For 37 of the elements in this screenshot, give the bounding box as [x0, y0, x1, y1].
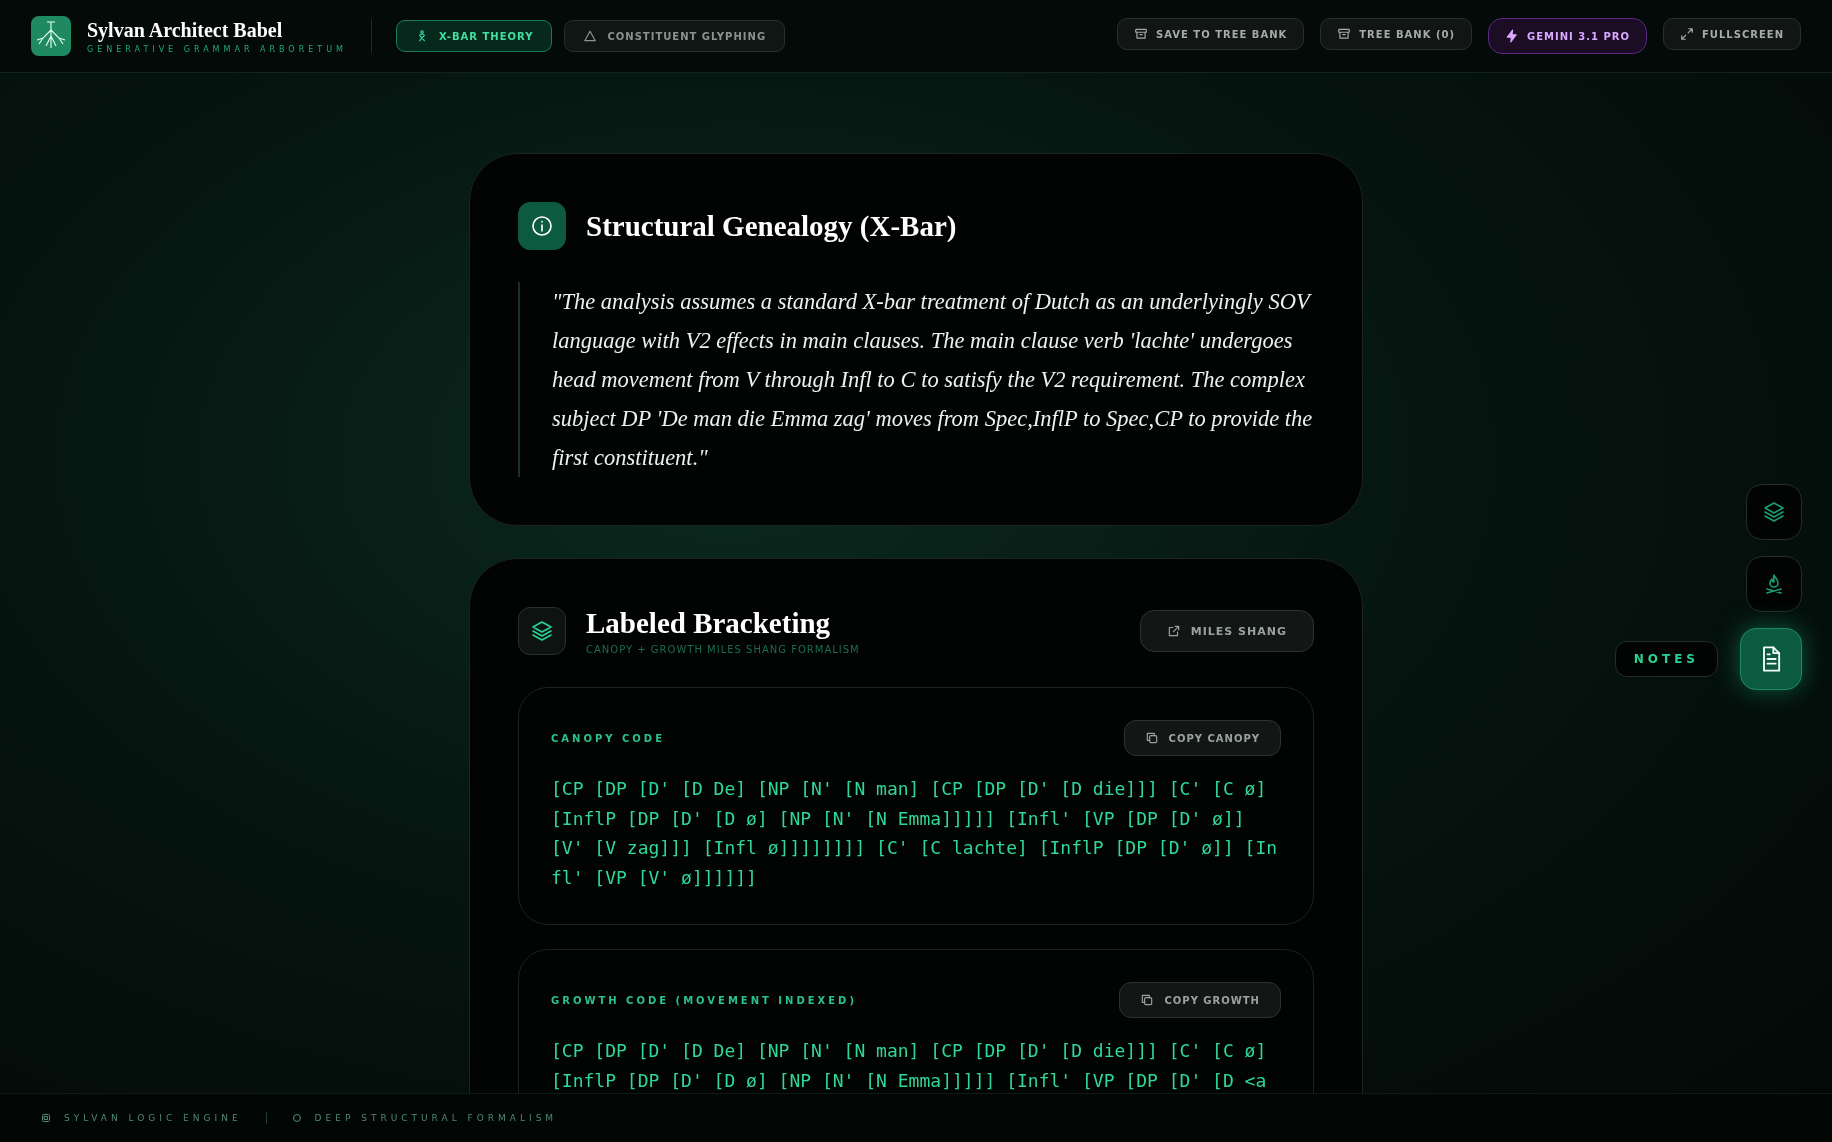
copy-button[interactable]: COPY CANOPY — [1123, 720, 1281, 756]
info-icon — [530, 214, 554, 238]
side-panel-button[interactable] — [1740, 628, 1802, 690]
app-title: Sylvan Architect Babel — [87, 18, 284, 42]
mode-tab[interactable]: CONSTITUENT GLYPHING — [564, 20, 786, 52]
mode-tab[interactable]: X-BAR THEORY — [395, 20, 553, 52]
toolbar-button[interactable]: FULLSCREEN — [1663, 18, 1801, 50]
triangle-icon — [583, 29, 598, 43]
section-title: Labeled Bracketing — [586, 607, 832, 640]
copy-icon — [1144, 731, 1159, 745]
footer-label: DEEP STRUCTURAL FORMALISM — [314, 1113, 558, 1123]
code-label: GROWTH CODE (MOVEMENT INDEXED) — [551, 994, 857, 1006]
tooltip: NOTES — [1614, 641, 1718, 677]
circle-icon — [290, 1112, 303, 1124]
app-subtitle: GENERATIVE GRAMMAR ARBORETUM — [87, 44, 347, 54]
layers-icon — [1762, 500, 1786, 524]
analysis-quote: "The analysis assumes a standard X-bar treatment of Dutch as an underlyingly SOV language with V2 effects in main clauses. The main clause verb 'lachte' undergoes head movement from V through Infl to C to satisfy the V2 requirement. The complex subject DP 'De man die Emma zag' moves from Spec,InflP to Spec,CP to provide the first constituent." — [518, 282, 1314, 477]
footer-label: SYLVAN LOGIC ENGINE — [64, 1113, 242, 1123]
copy-icon — [1140, 993, 1155, 1007]
toolbar-button[interactable]: GEMINI 3.1 PRO — [1488, 18, 1648, 54]
toolbar-button[interactable]: TREE BANK (0) — [1320, 18, 1472, 50]
bracket-code: [CP [DP [D' [D De] [NP [N' [N man] [CP [DP [D' [D die]]] [C' [C ø] [InflP [DP [D' [D ø] [NP [N' [N Emma]]]]] [Infl' [VP [DP [D' [D <a — [551, 1039, 1268, 1093]
reference-link-button[interactable]: MILES SHANG — [1139, 610, 1314, 652]
external-link-icon — [1166, 624, 1181, 638]
expand-icon — [1680, 27, 1695, 41]
section-subtitle: CANOPY + GROWTH MILES SHANG FORMALISM — [586, 644, 861, 655]
chip-icon — [40, 1112, 52, 1124]
tree-roots-logo — [31, 16, 71, 56]
archive-icon — [1337, 27, 1352, 41]
archive-icon — [1134, 27, 1148, 41]
layers-icon — [530, 619, 554, 643]
lightning-icon — [1505, 29, 1519, 43]
toolbar-button[interactable]: SAVE TO TREE BANK — [1117, 18, 1305, 50]
bracket-code: [CP [DP [D' [D De] [NP [N' [N man] [CP [DP [D' [D die]]] [C' [C ø] [InflP [DP [D' [D ø] [NP [N' [N Emma]]]]] [Infl' [VP [DP [D' ø]] [V' [V zag]]] [Infl ø]]]]]]]] [C' [C lachte] [InflP [DP [D' ø]] [Infl' [VP [V' ø]]]]]] — [551, 777, 1279, 890]
copy-button[interactable]: COPY GROWTH — [1119, 982, 1281, 1018]
section-title: Structural Genealogy (X-Bar) — [586, 209, 957, 243]
code-label: CANOPY CODE — [551, 732, 665, 744]
